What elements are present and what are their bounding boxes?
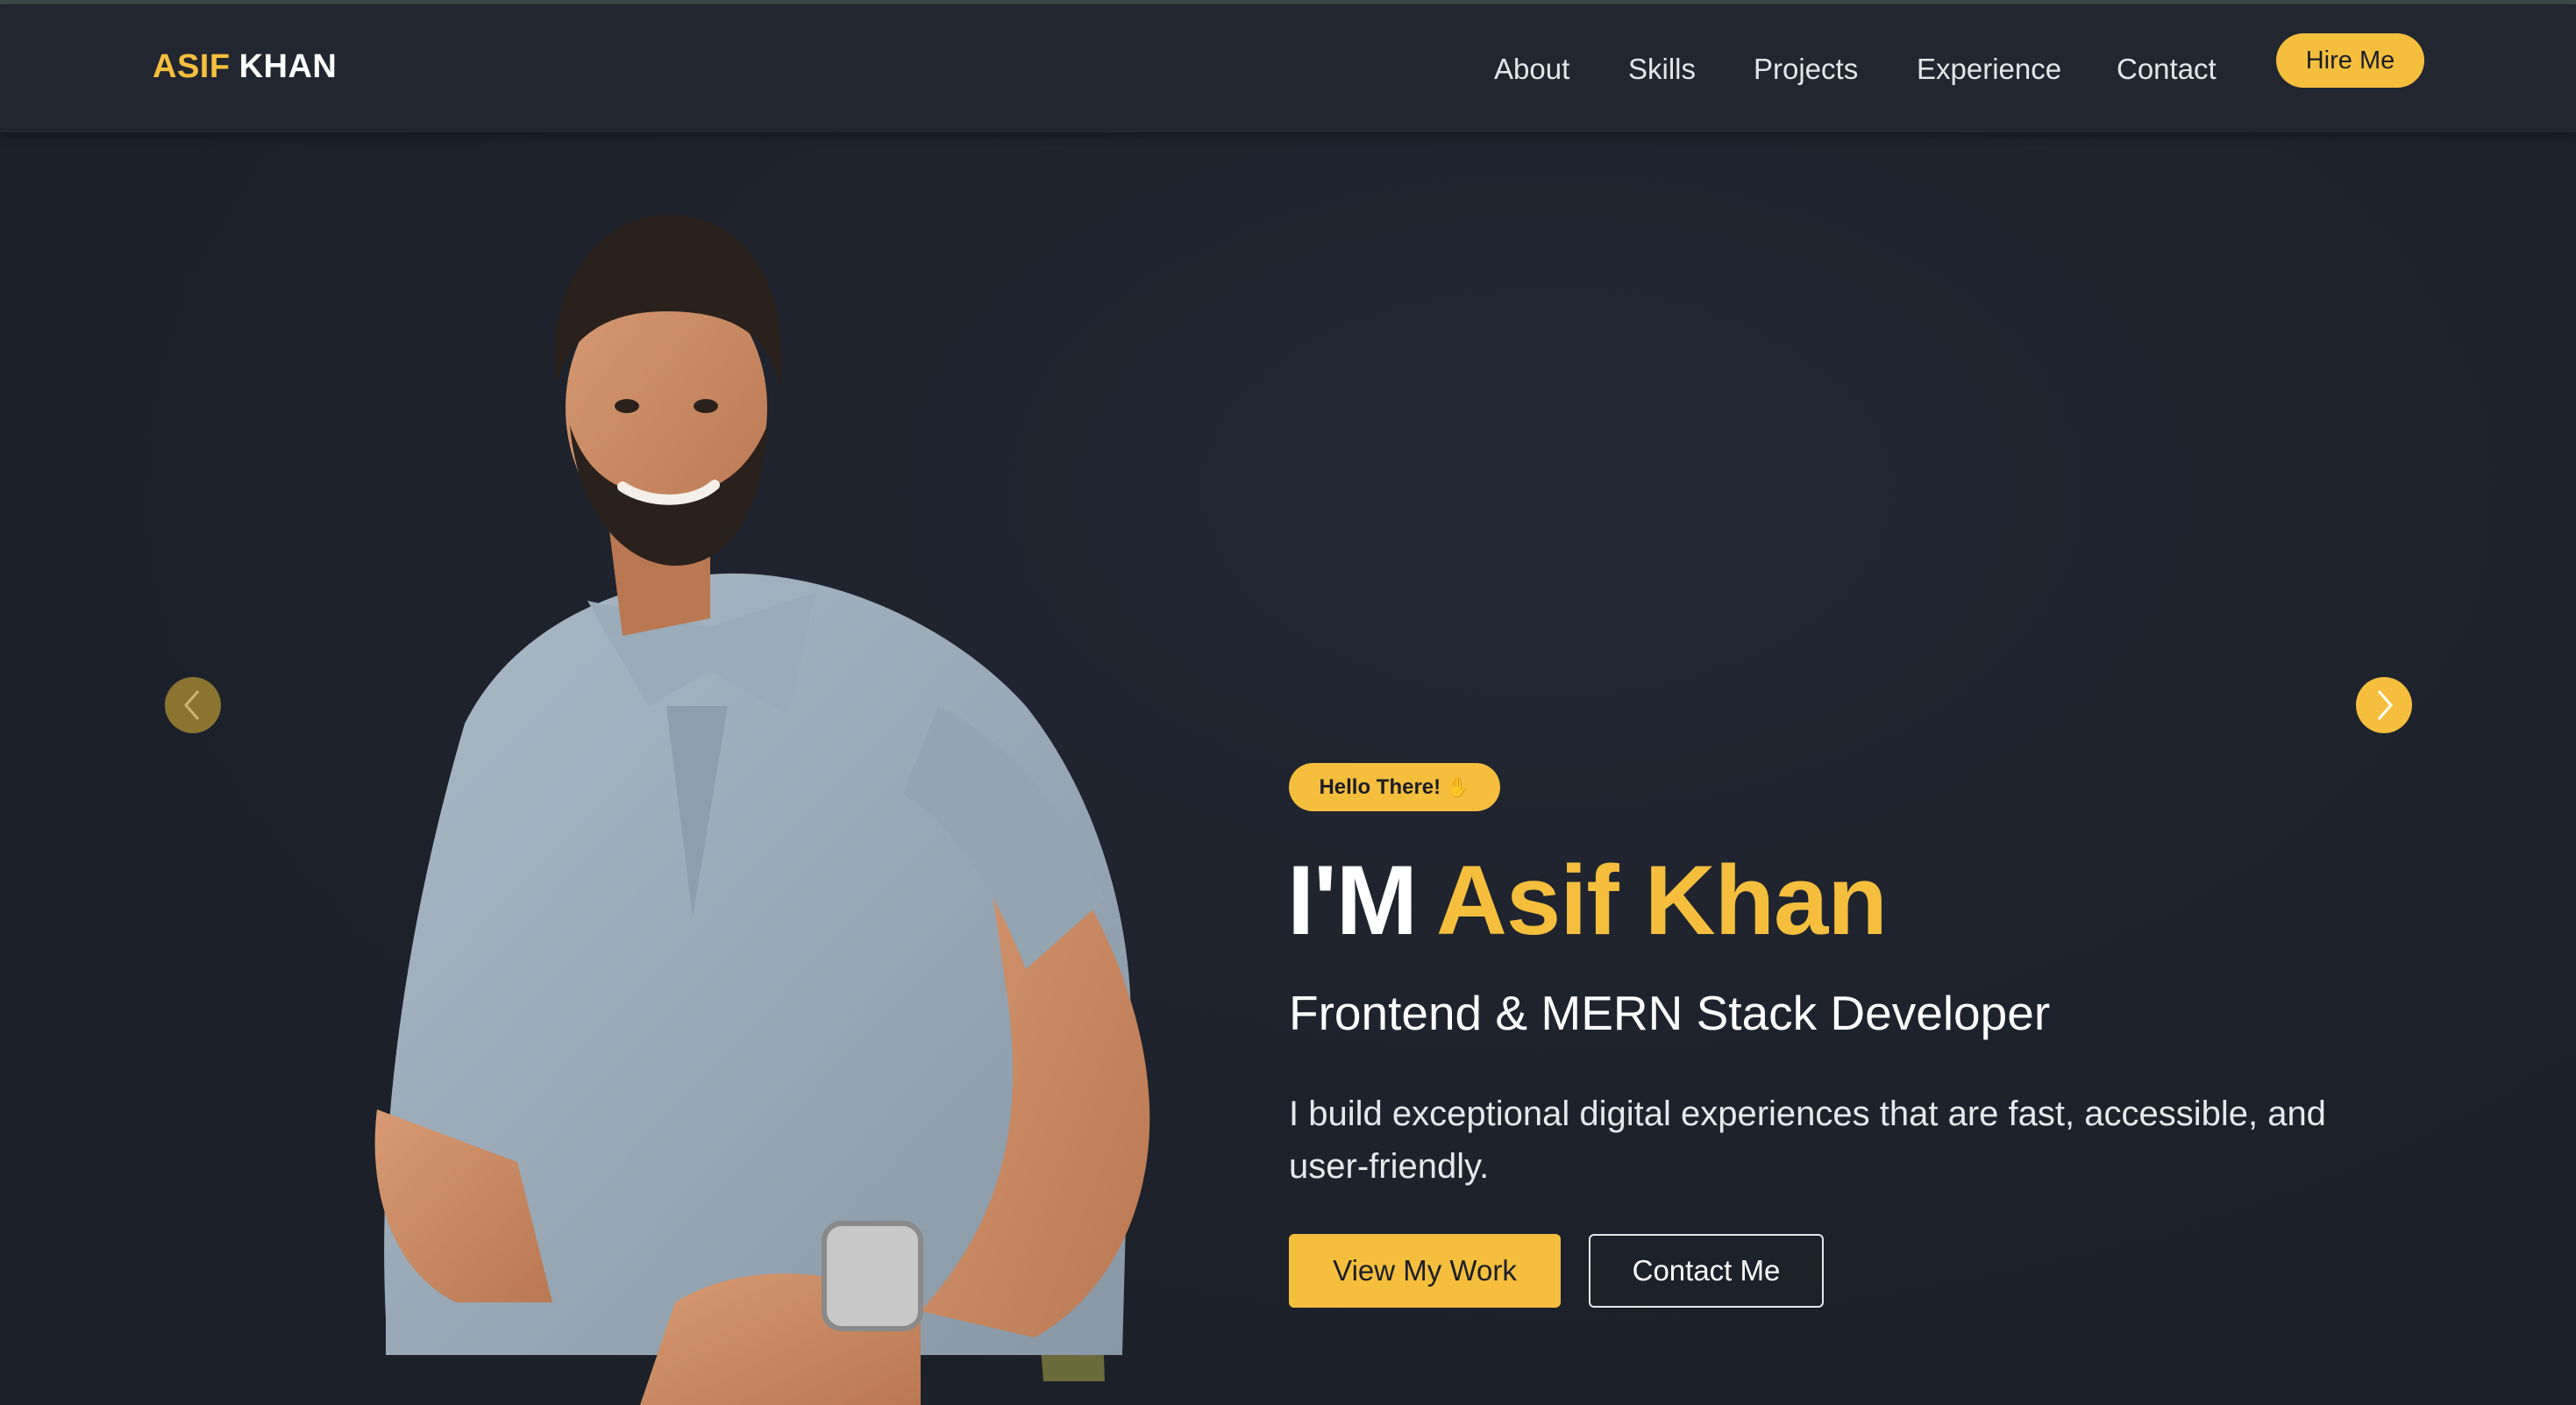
hello-badge: Hello There! ✋: [1289, 763, 1500, 811]
carousel-next-button[interactable]: [2356, 677, 2412, 733]
page: ASIF KHAN About Skills Projects Experienc…: [0, 0, 2576, 1405]
headline-prefix: I'M: [1287, 845, 1418, 955]
chevron-left-icon: [184, 690, 200, 720]
profile-photo: [374, 215, 1150, 1405]
nav-contact[interactable]: Contact: [2117, 53, 2217, 86]
waving-hand-icon: ✋: [1446, 775, 1470, 798]
site-header: ASIF KHAN About Skills Projects Experienc…: [0, 4, 2576, 132]
contact-me-button[interactable]: Contact Me: [1589, 1234, 1824, 1308]
hero-subtitle: Frontend & MERN Stack Developer: [1289, 986, 2051, 1040]
main-nav: About Skills Projects Experience Contact: [0, 53, 2576, 93]
nav-experience[interactable]: Experience: [1917, 53, 2061, 86]
chevron-right-icon: [2377, 690, 2393, 720]
badge-text: Hello There!: [1319, 774, 1441, 799]
hire-me-button[interactable]: Hire Me: [2276, 33, 2424, 88]
hero-headline: I'M Asif Khan: [1287, 844, 1888, 957]
nav-about[interactable]: About: [1494, 53, 1569, 86]
headline-name: Asif Khan: [1436, 845, 1888, 955]
hero-description: I build exceptional digital experiences …: [1289, 1095, 2326, 1186]
view-my-work-button[interactable]: View My Work: [1289, 1234, 1561, 1308]
nav-skills[interactable]: Skills: [1628, 53, 1696, 86]
nav-projects[interactable]: Projects: [1754, 53, 1858, 86]
carousel-prev-button[interactable]: [165, 677, 221, 733]
